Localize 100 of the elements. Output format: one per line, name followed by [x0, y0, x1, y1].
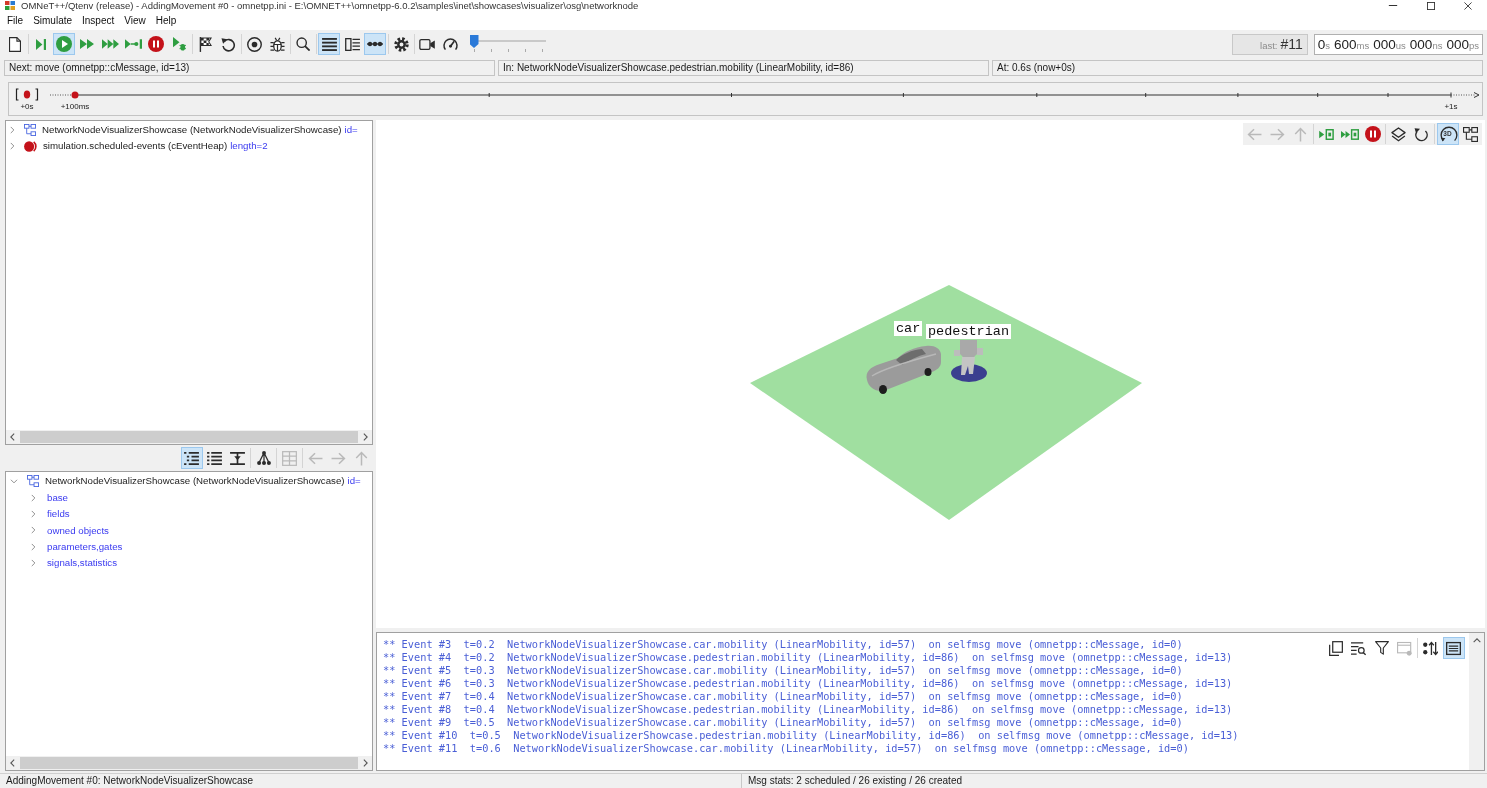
bug-icon: [269, 36, 285, 52]
copy-icon: [1328, 640, 1343, 656]
log-line: ** Event #7 t=0.4 NetworkNodeVisualizerShowcase.car.mobility (LinearMobility, id=57) on selfmsg move (omnetpp::cMessage, id=0): [383, 690, 1183, 703]
stop-button[interactable]: [145, 33, 167, 55]
module-icon: [27, 475, 39, 488]
grid-icon: [282, 450, 297, 466]
tree-item[interactable]: parameters,gates: [47, 540, 123, 553]
maximize-icon[interactable]: [1427, 1, 1435, 10]
scroll-right-icon[interactable]: [363, 759, 368, 767]
event-counter-label: last:: [1260, 38, 1278, 53]
scroll-up-icon[interactable]: [1472, 638, 1481, 643]
menu-item[interactable]: View: [119, 13, 151, 28]
vertical-scrollbar[interactable]: [1469, 633, 1484, 770]
scroll-right-icon[interactable]: [363, 433, 368, 441]
step-icon: [36, 38, 46, 50]
status-field: Next: move (omnetpp::cMessage, id=13): [4, 60, 495, 76]
tree-icon: [256, 451, 271, 465]
event-counter-value: #11: [1280, 34, 1303, 54]
list-view-button[interactable]: [318, 33, 340, 55]
forward-arrow-icon: [1270, 127, 1285, 141]
minimize-icon[interactable]: [1388, 5, 1398, 6]
list-icon: [207, 451, 222, 465]
caret-icon[interactable]: [10, 142, 15, 150]
horizontal-scrollbar[interactable]: [6, 756, 372, 770]
new-file-icon: [9, 36, 21, 52]
scrollbar-thumb[interactable]: [20, 431, 358, 443]
time-unit: s: [1325, 38, 1331, 53]
log-line: ** Event #3 t=0.2 NetworkNodeVisualizerShowcase.car.mobility (LinearMobility, id=57) on selfmsg move (omnetpp::cMessage, id=0): [383, 638, 1183, 651]
tree-item[interactable]: simulation.scheduled-events (cEventHeap): [43, 140, 228, 152]
caret-icon[interactable]: [31, 493, 36, 502]
log-line: ** Event #11 t=0.6 NetworkNodeVisualizerShowcase.car.mobility (LinearMobility, id=57) on selfmsg move (omnetpp::cMessage, id=0): [383, 742, 1189, 755]
triple-forward-icon: [101, 39, 119, 49]
menu-item[interactable]: Simulate: [28, 13, 78, 28]
menu-item[interactable]: File: [2, 13, 29, 28]
play-box-icon: [1319, 128, 1334, 140]
tree-item[interactable]: owned objects: [47, 524, 109, 537]
log-line: ** Event #6 t=0.3 NetworkNodeVisualizerShowcase.pedestrian.mobility (LinearMobility, id=86) on selfmsg move (omnetpp::cMessage, id=13): [383, 677, 1233, 690]
log-line: ** Event #9 t=0.5 NetworkNodeVisualizerShowcase.car.mobility (LinearMobility, id=57) on selfmsg move (omnetpp::cMessage, id=0): [383, 716, 1183, 729]
find-list-icon: [1351, 640, 1366, 656]
node-label: car: [894, 321, 923, 336]
module-icon: [1463, 126, 1478, 142]
tree-item[interactable]: fields: [47, 508, 70, 520]
stop-icon: [1364, 126, 1381, 142]
close-icon[interactable]: [1464, 1, 1472, 10]
rotate-arc-icon: [1439, 126, 1458, 144]
scrollbar-thumb[interactable]: [20, 757, 358, 769]
timeline-label: +100ms: [60, 102, 90, 111]
time-digits: 000: [1373, 35, 1396, 54]
log-line: ** Event #10 t=0.5 NetworkNodeVisualizerShowcase.pedestrian.mobility (LinearMobility, id=86) on selfmsg move (omnetpp::cMessage, id=13): [383, 729, 1239, 742]
run-button[interactable]: [53, 33, 75, 55]
time-unit: ms: [1356, 38, 1370, 53]
back-arrow-icon: [1247, 127, 1262, 141]
status-field: In: NetworkNodeVisualizerShowcase.pedestrian.mobility (LinearMobility, id=86): [498, 60, 989, 76]
message-list-icon: [1446, 640, 1461, 656]
caret-icon[interactable]: [31, 559, 36, 568]
caret-icon[interactable]: [10, 126, 15, 134]
tree-item[interactable]: signals,statistics: [47, 557, 117, 569]
horizontal-scrollbar[interactable]: [6, 430, 372, 444]
status-bar-text: Msg stats: 2 scheduled / 26 existing / 26 created: [747, 774, 963, 788]
children-mode-button[interactable]: [180, 447, 203, 469]
menu-item[interactable]: Inspect: [77, 13, 120, 28]
caret-icon[interactable]: [31, 509, 36, 518]
scroll-left-icon[interactable]: [10, 759, 15, 767]
fast-forward-box-icon: [1340, 128, 1359, 140]
video-camera-icon: [419, 38, 435, 50]
tree-item[interactable]: base: [47, 491, 68, 504]
back-arrow-icon: [308, 451, 323, 465]
speedometer-icon: [442, 37, 458, 51]
current-event-icon: [15, 88, 39, 101]
time-digits: 600: [1334, 35, 1357, 54]
tree-item[interactable]: NetworkNodeVisualizerShowcase (NetworkNodeVisualizerShowcase): [45, 475, 345, 487]
up-arrow-icon: [355, 450, 368, 466]
slider-thumb[interactable]: [469, 35, 479, 48]
message-list-button[interactable]: [1442, 637, 1465, 659]
flag-icon: [198, 36, 212, 52]
stacked-discs-icon: [24, 140, 37, 152]
list-lines-icon: [321, 37, 337, 51]
tree-item-info: id=: [344, 124, 358, 136]
dots-arrows-icon: [1423, 640, 1438, 656]
dotted-line-icon: [367, 41, 383, 47]
play-icon: [56, 36, 72, 52]
menu-item[interactable]: Help: [150, 13, 182, 28]
filter-icon: [1374, 641, 1389, 655]
forward-arrow-icon: [331, 451, 346, 465]
module-icon: [24, 124, 36, 136]
i-beam-icon: [230, 451, 245, 465]
scroll-left-icon[interactable]: [10, 433, 15, 441]
caret-icon[interactable]: [31, 542, 36, 551]
play-bug-icon: [172, 37, 186, 51]
app-icon: [5, 1, 15, 10]
settings-icon: [393, 36, 409, 52]
time-unit: us: [1395, 38, 1406, 53]
dotted-line-button[interactable]: [364, 33, 386, 55]
caret-icon[interactable]: [31, 526, 36, 535]
tree-item[interactable]: NetworkNodeVisualizerShowcase (NetworkNodeVisualizerShowcase): [42, 124, 342, 136]
timeline-label: +1s: [1444, 102, 1458, 111]
status-field: At: 0.6s (now+0s): [992, 60, 1483, 76]
status-bar-text: AddingMovement #0: NetworkNodeVisualizerShowcase: [0, 774, 742, 788]
caret-icon[interactable]: [10, 478, 18, 484]
pedestrian-drawing: [951, 340, 987, 382]
